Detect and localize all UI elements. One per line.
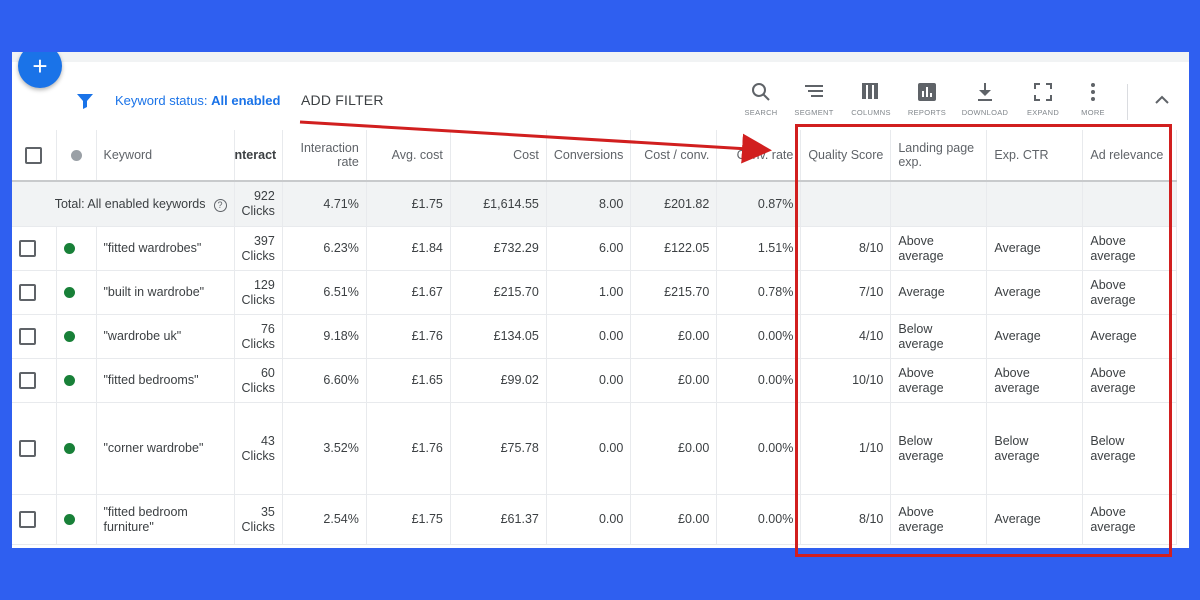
highlight-box — [795, 124, 1172, 557]
